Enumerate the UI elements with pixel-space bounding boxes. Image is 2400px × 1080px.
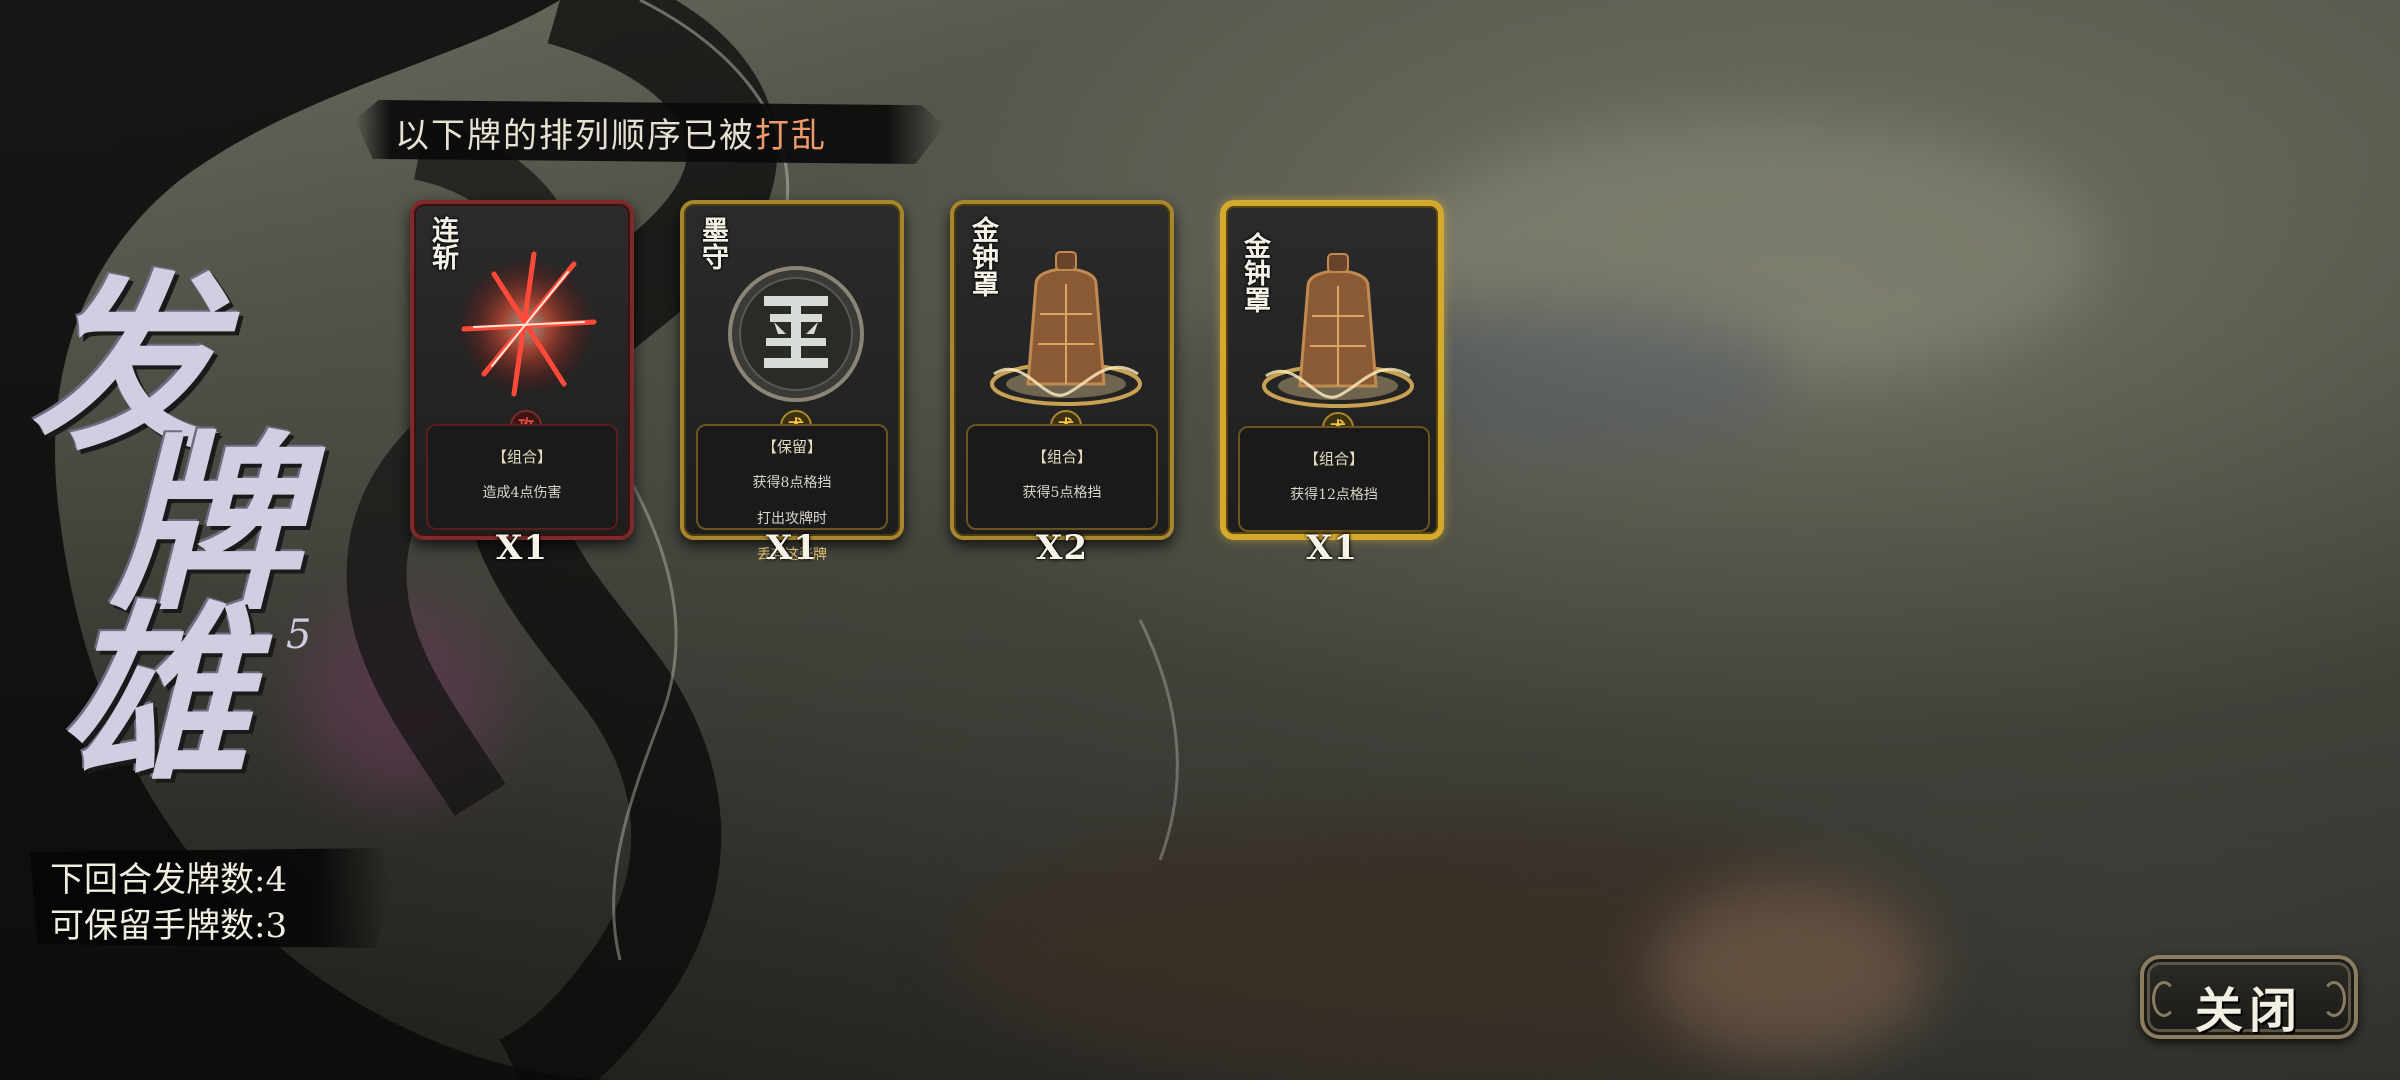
card-text-box: 【保留】 获得8点格挡 打出攻牌时 丢弃这张牌 [696, 424, 888, 563]
game-screen: 以下牌的排列顺序已被打乱 连斩 攻 [0, 0, 2400, 1080]
shuffle-banner-text: 以下牌的排列顺序已被打乱 [395, 108, 827, 157]
card-desc-line: 获得12点格挡 [1290, 487, 1378, 503]
banner-highlight: 打乱 [755, 116, 827, 156]
card-jinzhongzhao[interactable]: 金钟罩 术 【组合】 获得5点格挡 [950, 200, 1174, 540]
card-desc: 获得5点格挡 [968, 466, 1156, 520]
title-calligraphy: 发 牌 雄 [20, 270, 340, 810]
card-desc: 获得12点格挡 [1240, 468, 1428, 522]
title-char: 雄 [60, 583, 251, 806]
card-desc-line: 打出攻牌时 [757, 511, 827, 527]
card-jinzhongzhao-upgraded[interactable]: 金钟罩 术 【组合】 获得12点格挡 [1220, 200, 1444, 540]
banner-prefix: 以下牌的排列顺序已被 [395, 116, 755, 156]
card-type: 【组合】 [491, 448, 552, 466]
card-text-box: 【组合】 获得12点格挡 [1238, 426, 1430, 532]
close-button[interactable]: 关闭 [2140, 955, 2358, 1039]
card-moshou[interactable]: 墨守 术 【保留】 获得8点格挡 打出攻牌时 丢弃这张牌 [680, 200, 904, 563]
card-count: X1 [1305, 528, 1359, 568]
card-desc-line: 获得8点格挡 [752, 475, 832, 491]
background-card-glow [1650, 880, 1930, 1060]
card-desc-line: 获得5点格挡 [1022, 485, 1102, 501]
ink-seal-icon [728, 266, 864, 402]
card-type: 【保留】 [761, 438, 822, 456]
card-text-box: 【组合】 造成4点伤害 [426, 424, 618, 530]
card-desc: 造成4点伤害 [428, 466, 616, 520]
card-lianzhan[interactable]: 连斩 攻 【组合】 [410, 200, 634, 540]
title-number: 5 [286, 612, 312, 658]
card-count: X1 [765, 528, 819, 568]
close-button-label: 关闭 [2194, 983, 2303, 1039]
card-desc-line: 造成4点伤害 [482, 485, 562, 501]
slash-burst-icon [456, 251, 597, 397]
golden-bell-icon [990, 251, 1142, 406]
next-round-deal-count: 下回合发牌数:4 [50, 860, 288, 900]
card-count: X1 [495, 528, 549, 568]
card-type: 【组合】 [1031, 448, 1092, 466]
card-count: X2 [1035, 528, 1089, 568]
golden-bell-icon [1262, 253, 1414, 408]
card-type: 【组合】 [1303, 450, 1364, 468]
keep-hand-count: 可保留手牌数:3 [50, 906, 288, 946]
card-text-box: 【组合】 获得5点格挡 [966, 424, 1158, 530]
